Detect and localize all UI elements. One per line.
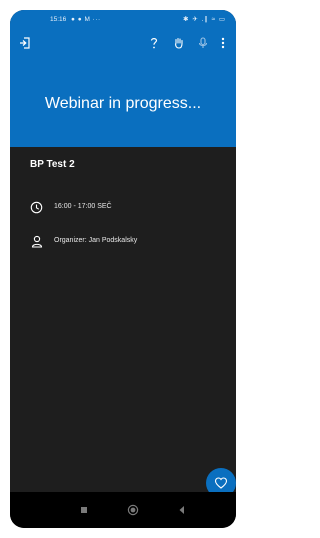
event-time: 16:00 - 17:00 SEČ (54, 203, 112, 210)
status-bar: 15:16 ● ● M ··· ✱ ✈ .∥ ≈ ▭ (10, 10, 236, 30)
back-icon[interactable] (178, 505, 186, 515)
webinar-status-banner: Webinar in progress... (44, 95, 202, 112)
app-bar: Webinar in progress... (10, 30, 236, 147)
event-details: BP Test 2 16:00 - 17:00 SEČ Organizer: J… (10, 147, 236, 492)
event-title: BP Test 2 (30, 159, 75, 170)
clock-icon (30, 201, 43, 214)
phone-screen: 15:16 ● ● M ··· ✱ ✈ .∥ ≈ ▭ Webinar in pr… (10, 10, 236, 528)
more-vert-icon[interactable] (218, 36, 228, 50)
microphone-icon[interactable] (196, 36, 210, 50)
system-nav-bar (10, 492, 236, 528)
leave-icon[interactable] (18, 36, 32, 50)
raise-hand-icon[interactable] (172, 36, 186, 50)
notification-icons: ● ● M ··· (71, 16, 101, 23)
recents-icon[interactable] (80, 506, 88, 514)
system-status-icons: ✱ ✈ .∥ ≈ ▭ (183, 16, 226, 23)
event-organizer: Organizer: Jan Podskalsky (54, 237, 138, 244)
status-time: 15:16 (50, 16, 67, 23)
person-icon (31, 235, 43, 248)
home-icon[interactable] (127, 504, 139, 516)
heart-icon (214, 476, 228, 490)
help-icon[interactable] (147, 36, 161, 50)
